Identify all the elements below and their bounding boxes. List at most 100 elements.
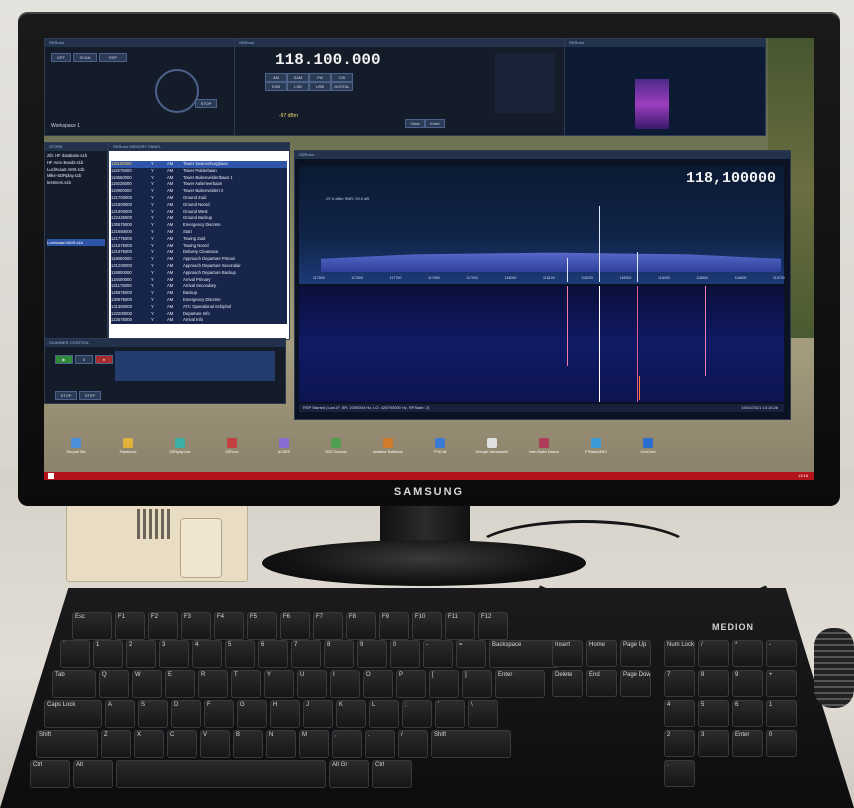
key[interactable]: 9: [357, 640, 387, 668]
enter-button[interactable]: Enter: [425, 119, 445, 128]
key[interactable]: -: [766, 640, 797, 667]
key[interactable]: P: [396, 670, 426, 698]
desktop-app-icon[interactable]: [643, 438, 653, 448]
key[interactable]: M: [299, 730, 329, 758]
file-item[interactable]: HF Aero Bands.s1b: [47, 160, 105, 167]
key[interactable]: 9: [732, 670, 763, 697]
key[interactable]: +: [766, 670, 797, 697]
file-item[interactable]: Mike-SDRplay.s1b: [47, 173, 105, 180]
key[interactable]: I: [330, 670, 360, 698]
table-row[interactable]: 118275000 Y AM Tower Polderbaan: [111, 168, 287, 175]
key[interactable]: Ctrl: [30, 760, 70, 788]
key[interactable]: 2: [664, 730, 695, 757]
key[interactable]: 6: [258, 640, 288, 668]
key[interactable]: 3: [159, 640, 189, 668]
key[interactable]: Y: [264, 670, 294, 698]
key[interactable]: U: [297, 670, 327, 698]
key[interactable]: 5: [698, 700, 729, 727]
key[interactable]: [: [429, 670, 459, 698]
key[interactable]: 6: [732, 700, 763, 727]
key[interactable]: S: [138, 700, 168, 728]
key[interactable]: Enter: [732, 730, 763, 757]
key[interactable]: A: [105, 700, 135, 728]
table-row[interactable]: 119225000 Y AM Tower Aalsmeerbaan: [111, 181, 287, 188]
mode-button-sam[interactable]: SAM: [287, 73, 309, 82]
key[interactable]: Delete: [552, 670, 583, 697]
key[interactable]: J: [303, 700, 333, 728]
key[interactable]: F10: [412, 612, 442, 640]
key[interactable]: .: [664, 760, 695, 787]
key[interactable]: /: [398, 730, 428, 758]
key[interactable]: ,: [332, 730, 362, 758]
desktop-app-icon[interactable]: [383, 438, 393, 448]
key[interactable]: Ctrl: [372, 760, 412, 788]
mode-button-lsb[interactable]: LSB: [287, 82, 309, 91]
file-item[interactable]: Luchtvaart AMS.s1b: [47, 167, 105, 174]
mode-button-digital[interactable]: DIGITAL: [331, 82, 353, 91]
key[interactable]: Q: [99, 670, 129, 698]
table-row[interactable]: 118400000 Y AM Arrival Primary: [111, 277, 287, 284]
table-row[interactable]: 131350000 Y AM ATC Operational Schiphol: [111, 304, 287, 311]
key[interactable]: /: [698, 640, 729, 667]
key[interactable]: O: [363, 670, 393, 698]
key[interactable]: 1: [93, 640, 123, 668]
table-row[interactable]: 118100000 Y AM Tower Zwanenburgbaan: [111, 161, 287, 168]
key[interactable]: K: [336, 700, 366, 728]
desktop-app-icon[interactable]: [227, 438, 237, 448]
key[interactable]: F12: [478, 612, 508, 640]
key[interactable]: 8: [324, 640, 354, 668]
key[interactable]: Tab: [52, 670, 96, 698]
key[interactable]: X: [134, 730, 164, 758]
play-button[interactable]: ▶: [55, 355, 73, 364]
key[interactable]: 8: [698, 670, 729, 697]
key[interactable]: Backspace: [489, 640, 559, 668]
key[interactable]: C: [167, 730, 197, 758]
table-row[interactable]: 118800000 Y AM Approach Departure Backup: [111, 270, 287, 277]
key[interactable]: 7: [664, 670, 695, 697]
file-item[interactable]: Zib: HF database.s1b: [47, 153, 105, 160]
file-item[interactable]: testmem.s1b: [47, 180, 105, 187]
scan-step-button[interactable]: STEP: [79, 391, 101, 400]
key[interactable]: End: [586, 670, 617, 697]
key[interactable]: V: [200, 730, 230, 758]
desktop-app-icon[interactable]: [71, 438, 81, 448]
key[interactable]: F5: [247, 612, 277, 640]
key[interactable]: L: [369, 700, 399, 728]
selected-file[interactable]: Luchtvaart AMS.s1b: [47, 239, 105, 246]
mode-button-am[interactable]: AM: [265, 73, 287, 82]
key[interactable]: F6: [280, 612, 310, 640]
table-row[interactable]: 126675000 Y AM Backup: [111, 290, 287, 297]
key[interactable]: G: [237, 700, 267, 728]
desktop-app-icon[interactable]: [591, 438, 601, 448]
key[interactable]: F4: [214, 612, 244, 640]
key[interactable]: [116, 760, 326, 788]
table-row[interactable]: 119900000 Y AM Tower Buitenveldert 2: [111, 188, 287, 195]
mode-button-cw[interactable]: CW: [331, 73, 353, 82]
table-row[interactable]: 121675000 Y AM Towing Noord: [111, 243, 287, 250]
table-row[interactable]: 122575000 Y AM Arrival Info: [111, 317, 287, 324]
key[interactable]: ]: [462, 670, 492, 698]
stop-button[interactable]: STOP: [195, 99, 217, 108]
key[interactable]: *: [732, 640, 763, 667]
mode-button-fm[interactable]: FM: [309, 73, 331, 82]
key[interactable]: W: [132, 670, 162, 698]
key[interactable]: Alt: [73, 760, 113, 788]
scan-stop-button[interactable]: STOP: [55, 391, 77, 400]
desktop-app-icon[interactable]: [279, 438, 289, 448]
table-row[interactable]: 121775000 Y AM Towing Zuid: [111, 236, 287, 243]
desktop-app-icon[interactable]: [435, 438, 445, 448]
key[interactable]: F3: [181, 612, 211, 640]
key[interactable]: B: [233, 730, 263, 758]
key[interactable]: 0: [766, 730, 797, 757]
clear-button[interactable]: Clear: [405, 119, 425, 128]
key[interactable]: F: [204, 700, 234, 728]
key[interactable]: F1: [115, 612, 145, 640]
key[interactable]: 4: [192, 640, 222, 668]
table-row[interactable]: 131175000 Y AM Arrival Secondary: [111, 283, 287, 290]
key[interactable]: \: [468, 700, 498, 728]
rsp-panel-button[interactable]: RSP: [99, 53, 127, 62]
table-row[interactable]: 122425000 Y AM Ground Backup: [111, 215, 287, 222]
key[interactable]: Insert: [552, 640, 583, 667]
key[interactable]: F7: [313, 612, 343, 640]
key[interactable]: -: [423, 640, 453, 668]
